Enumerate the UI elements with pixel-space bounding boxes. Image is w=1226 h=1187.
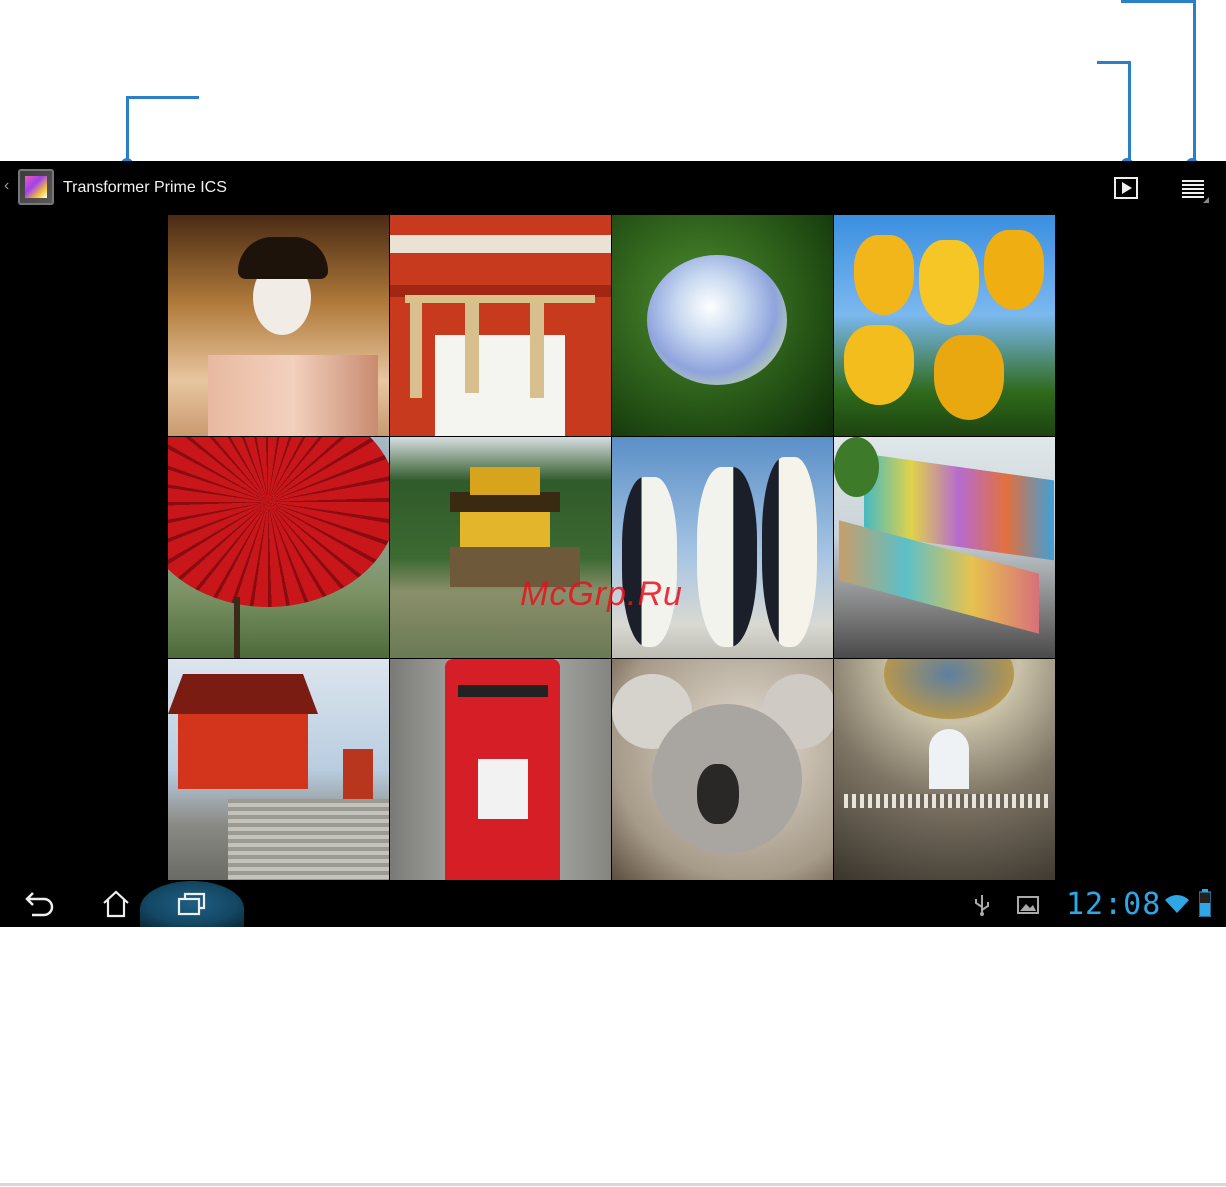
tulip-3 <box>984 230 1044 310</box>
tassel-2 <box>465 303 479 393</box>
callout-title-line <box>126 96 199 165</box>
photo-koala[interactable] <box>612 659 833 880</box>
overflow-menu-icon[interactable] <box>1182 180 1204 198</box>
album-title: Transformer Prime ICS <box>63 179 227 196</box>
temple-roof <box>168 674 318 714</box>
photo-red-temple[interactable] <box>168 659 389 880</box>
action-bar: ‹ Transformer Prime ICS <box>0 161 1226 215</box>
pavilion-top <box>470 467 540 495</box>
callout-menu-line <box>1121 0 1196 164</box>
kimono <box>208 355 378 436</box>
system-bar: 12:08 <box>0 881 1226 927</box>
plant <box>834 437 879 497</box>
koala-nose <box>697 764 739 824</box>
tassel-1 <box>410 303 422 398</box>
tassel-3 <box>530 303 544 398</box>
penguin-middle <box>697 467 757 647</box>
menu-corner-indicator <box>1203 197 1209 203</box>
photo-geisha[interactable] <box>168 215 389 436</box>
balcony <box>844 794 1049 808</box>
photo-tulips[interactable] <box>834 215 1055 436</box>
up-caret-icon[interactable]: ‹ <box>4 177 9 195</box>
photo-golden-pavilion[interactable] <box>390 437 611 658</box>
rope <box>405 295 595 303</box>
watermark: McGrp.Ru <box>520 575 683 613</box>
photo-painted-bench[interactable] <box>834 437 1055 658</box>
postbox-slot <box>458 685 548 697</box>
penguin-left <box>622 477 677 647</box>
photo-post-box[interactable] <box>390 659 611 880</box>
collection-plate <box>478 759 528 819</box>
pavilion-mid <box>460 512 550 547</box>
dome-window <box>929 729 969 789</box>
photo-red-umbrella[interactable] <box>168 437 389 658</box>
tulip-1 <box>854 235 914 315</box>
pavilion-roof <box>450 492 560 512</box>
photo-torii-ropes[interactable] <box>390 215 611 436</box>
hydrangea-bloom <box>647 255 787 385</box>
photo-grid <box>168 215 1057 881</box>
tulip-5 <box>934 335 1004 420</box>
slideshow-icon[interactable] <box>1114 177 1138 199</box>
torii-beam <box>390 235 611 253</box>
page-rule <box>0 1183 1226 1186</box>
temple-body <box>178 714 308 789</box>
stairs <box>228 799 389 880</box>
umbrella-canopy <box>168 437 389 607</box>
tulip-4 <box>844 325 914 405</box>
usb-icon <box>975 895 989 916</box>
torii-opening <box>435 335 565 436</box>
recent-apps-icon[interactable] <box>177 891 207 917</box>
dome-fresco <box>884 659 1014 719</box>
tablet-screen: ‹ Transformer Prime ICS McGrp.Ru 12:08 <box>0 161 1226 927</box>
status-clock: 12:08 <box>1066 887 1162 922</box>
home-icon[interactable] <box>101 889 131 919</box>
gallery-app-icon[interactable] <box>18 169 54 205</box>
battery-icon <box>1199 889 1211 917</box>
wifi-icon <box>1165 895 1189 913</box>
geisha-hair <box>238 237 328 279</box>
umbrella-pole <box>234 597 240 658</box>
photo-penguins[interactable] <box>612 437 833 658</box>
photo-hydrangea[interactable] <box>612 215 833 436</box>
penguin-right <box>762 457 817 647</box>
back-icon[interactable] <box>24 891 54 917</box>
tulip-2 <box>919 240 979 325</box>
gallery-notification-icon <box>1017 896 1039 914</box>
photo-dome-interior[interactable] <box>834 659 1055 880</box>
